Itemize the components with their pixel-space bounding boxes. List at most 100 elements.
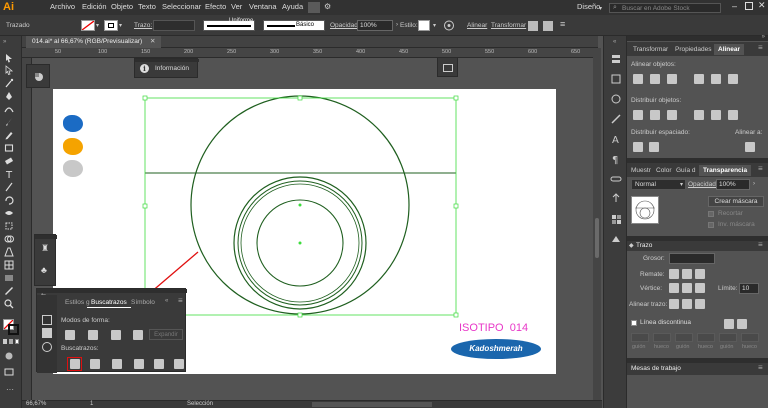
make-mask-button[interactable]: Crear máscara	[708, 196, 764, 207]
properties-icon[interactable]	[609, 92, 623, 106]
miter-join-icon[interactable]	[669, 283, 679, 293]
page-number[interactable]: 1	[90, 401, 93, 407]
distribute-horizontal-space-icon[interactable]	[649, 142, 659, 152]
invert-mask-checkbox[interactable]	[708, 222, 714, 228]
layers-icon[interactable]	[609, 52, 623, 66]
artboards-panel-header[interactable]: Mesas de trabajo ≡	[627, 363, 768, 375]
pathfinder-panel: ⇆ Estilos g Buscatrazos Símbolo « ≡ Modo…	[36, 288, 187, 373]
expand-button[interactable]: Expandir	[149, 329, 183, 340]
zoom-level[interactable]: 66,67%	[26, 401, 46, 407]
tab-symbols[interactable]: Símbolo	[127, 297, 159, 308]
projecting-cap-icon[interactable]	[695, 269, 705, 279]
menu-icon[interactable]: ≡	[758, 363, 763, 372]
vertical-scroll-thumb[interactable]	[595, 218, 599, 258]
divide-button[interactable]	[67, 357, 82, 371]
clip-checkbox[interactable]	[708, 211, 714, 217]
transparency-icon[interactable]	[42, 342, 52, 352]
distribute-vertical-space-icon[interactable]	[633, 142, 643, 152]
tab-align[interactable]: Alinear	[714, 44, 745, 55]
vertical-scrollbar[interactable]	[593, 48, 601, 402]
align-left-icon[interactable]	[633, 74, 643, 84]
align-stroke-outside-icon[interactable]	[695, 299, 705, 309]
links-icon[interactable]	[609, 172, 623, 186]
align-to-selection-icon[interactable]	[745, 142, 755, 152]
minus-back-icon[interactable]	[174, 359, 184, 369]
unite-icon[interactable]	[65, 330, 75, 340]
tab-transform[interactable]: Transformar	[629, 44, 672, 55]
butt-cap-icon[interactable]	[669, 269, 679, 279]
align-stroke-inside-icon[interactable]	[682, 299, 692, 309]
bevel-join-icon[interactable]	[695, 283, 705, 293]
dash-preserve-icon[interactable]	[737, 319, 747, 329]
weight-input[interactable]	[669, 253, 715, 264]
dist-hcenter-icon[interactable]	[711, 110, 721, 120]
align-vcenter-icon[interactable]	[711, 74, 721, 84]
crop-icon[interactable]	[134, 359, 144, 369]
align-bottom-icon[interactable]	[728, 74, 738, 84]
chess-icon[interactable]: ♜	[41, 243, 49, 254]
dash-input[interactable]	[719, 333, 737, 342]
align-tabs: Transformar Propiedades Alinear ≡	[627, 42, 768, 56]
blend-mode-dropdown[interactable]: Normal ▾	[631, 179, 686, 190]
dist-vcenter-icon[interactable]	[650, 110, 660, 120]
dist-left-icon[interactable]	[694, 110, 704, 120]
merge-icon[interactable]	[112, 359, 122, 369]
floating-tool-strip[interactable]: ♜ ♣	[34, 234, 57, 286]
menu-icon[interactable]: ≡	[758, 164, 763, 173]
character-icon[interactable]: A	[609, 132, 623, 146]
collapse-icon[interactable]: »	[762, 34, 765, 40]
menu-icon[interactable]: ≡	[178, 296, 183, 305]
brushes-icon[interactable]	[609, 112, 623, 126]
collapse-icon[interactable]: «	[165, 298, 168, 304]
dist-bottom-icon[interactable]	[667, 110, 677, 120]
menu-icon[interactable]: ≡	[758, 43, 763, 52]
svg-text:A: A	[612, 135, 619, 146]
dist-right-icon[interactable]	[728, 110, 738, 120]
chevron-right-icon[interactable]: ›	[753, 181, 755, 187]
exclude-icon[interactable]	[133, 330, 143, 340]
tab-swatches[interactable]: Muestr	[627, 165, 655, 176]
trim-icon[interactable]	[90, 359, 100, 369]
align-objects-row	[631, 74, 765, 86]
collapse-icon[interactable]: «	[613, 39, 616, 45]
dash-input[interactable]	[675, 333, 693, 342]
dash-input[interactable]	[697, 333, 715, 342]
round-cap-icon[interactable]	[682, 269, 692, 279]
align-hcenter-icon[interactable]	[650, 74, 660, 84]
export-icon[interactable]	[609, 192, 623, 206]
menu-icon[interactable]: ≡	[758, 240, 763, 249]
limit-input[interactable]: 10	[739, 283, 759, 294]
tab-properties[interactable]: Propiedades	[671, 44, 716, 55]
tab-color-guide[interactable]: Guía d	[672, 165, 700, 176]
weight-label: Grosor:	[643, 255, 665, 262]
blend-mode-value: Normal	[635, 181, 656, 188]
tab-pathfinder[interactable]: Buscatrazos	[87, 297, 131, 308]
paragraph-icon[interactable]: ¶	[609, 152, 623, 166]
club-icon[interactable]: ♣	[41, 265, 47, 275]
dash-input[interactable]	[631, 333, 649, 342]
tab-transparency[interactable]: Transparencia	[699, 165, 752, 176]
outline-icon[interactable]	[154, 359, 164, 369]
pathfinder-icon[interactable]	[42, 328, 52, 338]
asset-export-icon[interactable]	[609, 232, 623, 246]
libraries-icon[interactable]	[609, 72, 623, 86]
intersect-icon[interactable]	[111, 330, 121, 340]
transparency-opacity-label[interactable]: Opacidad:	[688, 181, 718, 188]
dash-align-icon[interactable]	[724, 319, 734, 329]
dash-input[interactable]	[653, 333, 671, 342]
horizontal-scrollbar[interactable]	[312, 402, 432, 407]
minus-front-icon[interactable]	[88, 330, 98, 340]
align-right-icon[interactable]	[667, 74, 677, 84]
opacity-thumbnail[interactable]	[631, 196, 659, 224]
swatches-icon[interactable]	[609, 212, 623, 226]
dist-top-icon[interactable]	[633, 110, 643, 120]
dash-input[interactable]	[741, 333, 759, 342]
stroke-panel-header[interactable]: ◆ Trazo ≡	[627, 240, 768, 251]
round-join-icon[interactable]	[682, 283, 692, 293]
transform-icon[interactable]	[42, 315, 52, 325]
dashed-line-checkbox[interactable]	[631, 320, 637, 326]
selection-handles[interactable]	[142, 95, 459, 318]
align-top-icon[interactable]	[694, 74, 704, 84]
align-stroke-center-icon[interactable]	[669, 299, 679, 309]
transparency-opacity-input[interactable]: 100%	[716, 179, 750, 190]
